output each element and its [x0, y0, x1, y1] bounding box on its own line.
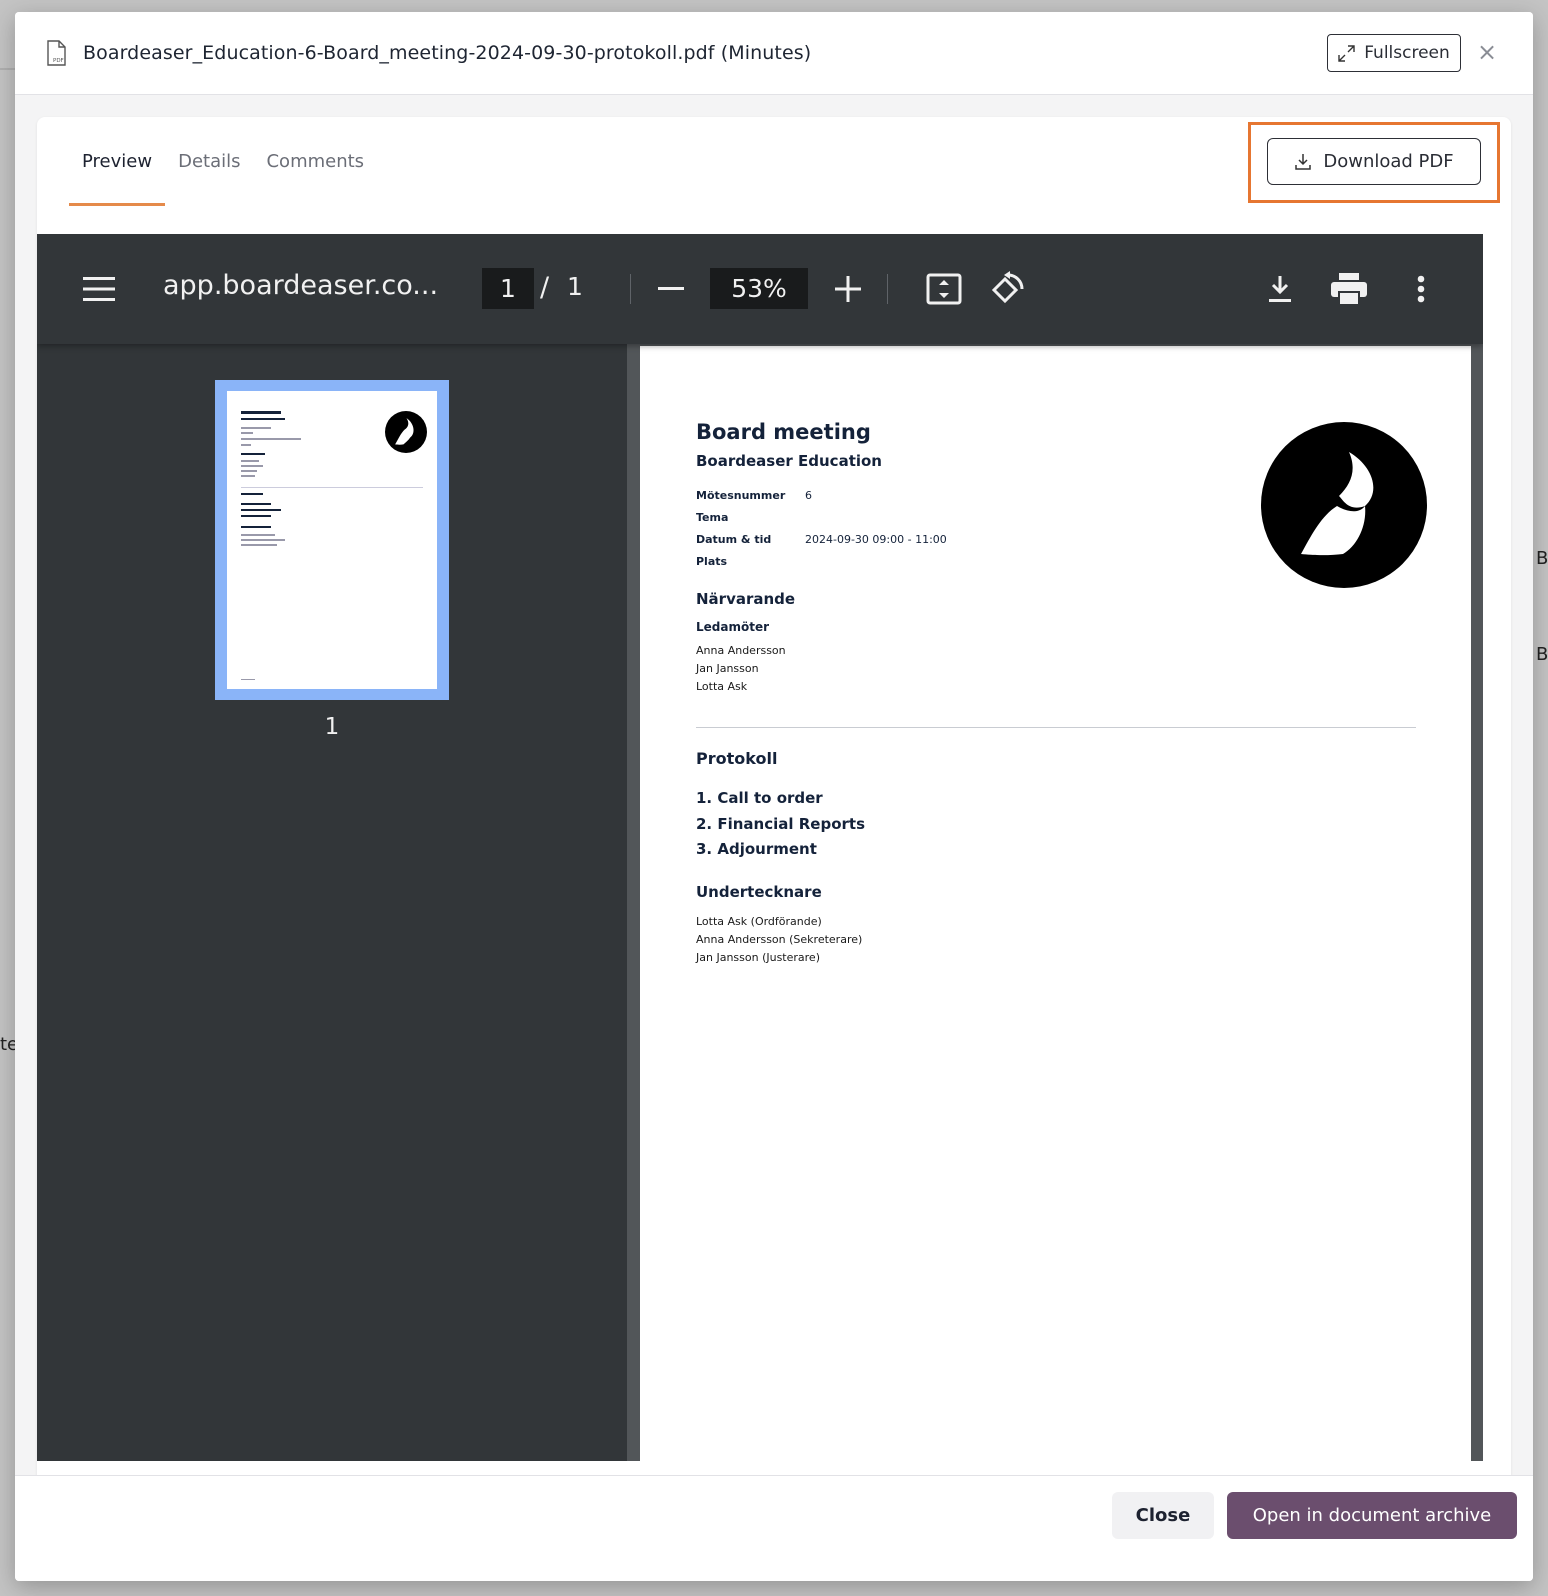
document-preview-modal: PDF Boardeaser_Education-6-Board_meeting…: [15, 12, 1533, 1581]
expand-icon: [1338, 44, 1355, 62]
fit-page-icon[interactable]: [926, 273, 962, 305]
thumbnail-text-line: [241, 432, 253, 434]
viewer-document-title: app.boardeaser.co...: [163, 270, 439, 301]
thumbnail-text-line: [241, 539, 285, 541]
signers-heading: Undertecknare: [696, 883, 822, 901]
page-separator: /: [540, 272, 550, 303]
thumbnail-page: [227, 391, 437, 689]
signers-list: Lotta Ask (Ordförande) Anna Andersson (S…: [696, 913, 862, 967]
field-row: Datum & tid 2024-09-30 09:00 - 11:00: [696, 533, 947, 546]
page-view-area: Board meeting Boardeaser Education Mötes…: [627, 344, 1483, 1461]
download-pdf-button[interactable]: Download PDF: [1267, 138, 1481, 185]
preview-card: Preview Details Comments Download PDF ap…: [37, 117, 1511, 1490]
thumbnail-text-line: [241, 418, 285, 420]
thumbnail-logo-icon: [385, 411, 427, 453]
background-text-fragment: B: [1536, 548, 1548, 569]
field-value: 2024-09-30 09:00 - 11:00: [805, 533, 947, 546]
agenda-item: 2. Financial Reports: [696, 814, 866, 833]
page-thumbnail[interactable]: [215, 380, 449, 700]
more-options-icon[interactable]: [1417, 275, 1425, 303]
attendance-heading: Närvarande: [696, 590, 796, 608]
open-in-archive-button[interactable]: Open in document archive: [1227, 1492, 1517, 1539]
modal-footer: Close Open in document archive: [15, 1475, 1533, 1581]
section-divider: [696, 727, 1416, 728]
modal-title: Boardeaser_Education-6-Board_meeting-202…: [83, 42, 812, 64]
download-icon: [1295, 153, 1312, 170]
fullscreen-label: Fullscreen: [1364, 43, 1450, 63]
thumbnail-text-line: [241, 534, 275, 536]
download-pdf-label: Download PDF: [1323, 151, 1454, 172]
background-divider: [0, 68, 15, 70]
toolbar-download-icon[interactable]: [1267, 274, 1293, 304]
document-title: Board meeting: [696, 420, 871, 444]
tab-bar: Preview Details Comments: [69, 117, 377, 206]
field-label: Plats: [696, 555, 728, 568]
svg-text:PDF: PDF: [53, 58, 64, 64]
thumbnail-text-line: [241, 465, 263, 467]
members-list: Anna Andersson Jan Jansson Lotta Ask: [696, 642, 786, 696]
pdf-toolbar: app.boardeaser.co... 1 / 1 53%: [37, 234, 1483, 344]
thumbnail-text-line: [241, 438, 301, 440]
field-value: 6: [805, 489, 812, 502]
page-number-input[interactable]: 1: [482, 268, 534, 309]
field-row: Plats: [696, 555, 805, 568]
thumbnail-text-line: [241, 470, 257, 472]
zoom-level-input[interactable]: 53%: [710, 268, 808, 309]
pdf-file-icon: PDF: [47, 40, 66, 66]
thumbnail-text-line: [241, 453, 265, 455]
signer-item: Jan Jansson (Justerare): [696, 951, 820, 964]
thumbnail-text-line: [241, 460, 259, 462]
protocol-heading: Protokoll: [696, 749, 778, 768]
thumbnail-text-line: [241, 544, 277, 546]
close-button[interactable]: Close: [1112, 1492, 1214, 1539]
field-label: Mötesnummer: [696, 489, 786, 502]
thumbnail-text-line: [241, 427, 271, 429]
agenda-item: 3. Adjourment: [696, 840, 817, 858]
thumbnail-text-line: [241, 493, 263, 495]
thumbnail-text-line: [241, 503, 271, 505]
thumbnail-text-line: [241, 679, 255, 680]
pdf-viewer: app.boardeaser.co... 1 / 1 53% 1 Board m…: [37, 234, 1483, 1461]
boardeaser-logo-icon: [1261, 422, 1427, 588]
thumbnail-text-line: [241, 509, 281, 511]
menu-icon[interactable]: [83, 277, 115, 301]
zoom-out-icon[interactable]: [658, 287, 684, 291]
agenda-list: 1. Call to order 2. Financial Reports 3.…: [696, 786, 865, 863]
thumbnail-text-line: [241, 411, 281, 414]
tab-details[interactable]: Details: [165, 117, 253, 206]
signer-item: Lotta Ask (Ordförande): [696, 915, 822, 928]
field-row: Tema: [696, 511, 805, 524]
thumbnail-text-line: [241, 444, 251, 446]
close-icon[interactable]: ×: [1475, 38, 1499, 66]
modal-header: PDF Boardeaser_Education-6-Board_meeting…: [15, 12, 1533, 95]
signer-item: Anna Andersson (Sekreterare): [696, 933, 863, 946]
tab-comments[interactable]: Comments: [253, 117, 377, 206]
rotate-icon[interactable]: [988, 271, 1024, 307]
member-item: Jan Jansson: [696, 662, 759, 675]
thumbnail-page-number: 1: [324, 714, 340, 740]
field-label: Datum & tid: [696, 533, 772, 546]
toolbar-divider: [887, 274, 888, 304]
toolbar-divider: [630, 274, 631, 304]
agenda-item: 1. Call to order: [696, 789, 823, 807]
page-total: 1: [567, 272, 583, 301]
members-heading: Ledamöter: [696, 620, 770, 634]
pdf-page: Board meeting Boardeaser Education Mötes…: [640, 346, 1471, 1461]
field-row: Mötesnummer 6: [696, 489, 812, 502]
background-text-fragment: B: [1536, 644, 1548, 665]
thumbnail-text-line: [241, 475, 255, 477]
print-icon[interactable]: [1331, 273, 1367, 305]
thumbnail-text-line: [241, 515, 271, 517]
thumbnail-text-line: [241, 526, 271, 528]
member-item: Anna Andersson: [696, 644, 786, 657]
tab-preview[interactable]: Preview: [69, 117, 166, 206]
field-label: Tema: [696, 511, 729, 524]
document-organization: Boardeaser Education: [696, 452, 882, 470]
member-item: Lotta Ask: [696, 680, 748, 693]
fullscreen-button[interactable]: Fullscreen: [1327, 34, 1461, 72]
zoom-in-icon[interactable]: [835, 276, 861, 302]
thumbnail-sidebar: 1: [37, 344, 627, 1461]
thumbnail-rule: [241, 487, 423, 488]
